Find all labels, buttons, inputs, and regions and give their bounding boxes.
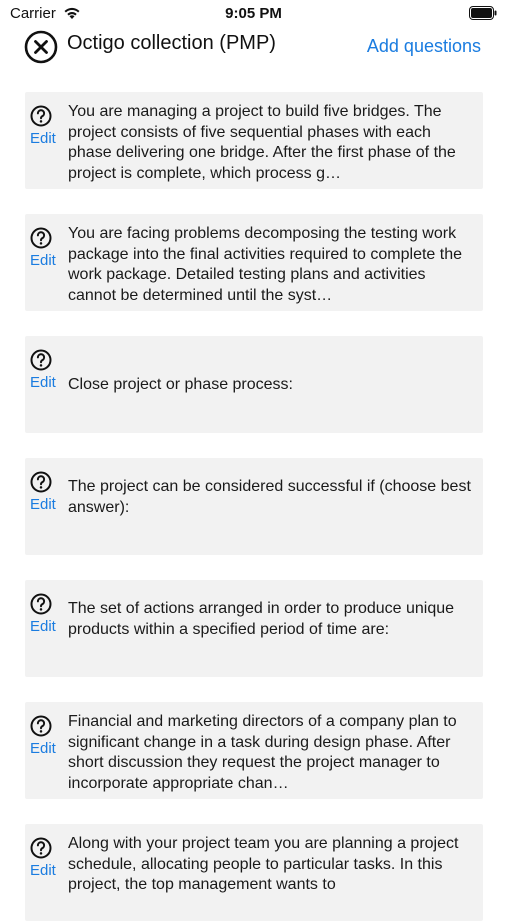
question-card[interactable]: Edit You are managing a project to build…: [25, 92, 483, 189]
question-card[interactable]: Edit The project can be considered succe…: [25, 458, 483, 555]
page-title: Octigo collection (PMP): [67, 32, 276, 54]
clock-time: 9:05 PM: [225, 5, 282, 22]
battery-icon: [469, 6, 497, 20]
question-card[interactable]: Edit You are facing problems decomposing…: [25, 214, 483, 311]
question-mark-icon[interactable]: [30, 593, 52, 615]
status-bar: Carrier 9:05 PM: [0, 0, 507, 28]
question-text: The set of actions arranged in order to …: [68, 600, 455, 638]
edit-button[interactable]: Edit: [30, 252, 56, 269]
question-text: Along with your project team you are pla…: [68, 835, 459, 893]
question-text: You are managing a project to build five…: [68, 103, 456, 182]
question-mark-icon[interactable]: [30, 715, 52, 737]
question-text: You are facing problems decomposing the …: [68, 225, 463, 304]
edit-button[interactable]: Edit: [30, 496, 56, 513]
question-card[interactable]: Edit Close project or phase process:: [25, 336, 483, 433]
add-questions-button[interactable]: Add questions: [367, 36, 481, 57]
edit-button[interactable]: Edit: [30, 374, 56, 391]
question-mark-icon[interactable]: [30, 837, 52, 859]
question-card[interactable]: Edit Financial and marketing directors o…: [25, 702, 483, 799]
question-text: Financial and marketing directors of a c…: [68, 713, 457, 792]
question-text: Close project or phase process:: [68, 376, 293, 393]
edit-button[interactable]: Edit: [30, 862, 56, 879]
edit-button[interactable]: Edit: [30, 740, 56, 757]
close-button[interactable]: [24, 30, 58, 64]
question-text: The project can be considered successful…: [68, 478, 471, 516]
question-card[interactable]: Edit The set of actions arranged in orde…: [25, 580, 483, 677]
question-mark-icon[interactable]: [30, 227, 52, 249]
question-card[interactable]: Edit Along with your project team you ar…: [25, 824, 483, 921]
question-mark-icon[interactable]: [30, 349, 52, 371]
question-mark-icon[interactable]: [30, 105, 52, 127]
question-mark-icon[interactable]: [30, 471, 52, 493]
edit-button[interactable]: Edit: [30, 618, 56, 635]
navigation-bar: Octigo collection (PMP) Add questions: [0, 28, 507, 68]
edit-button[interactable]: Edit: [30, 130, 56, 147]
